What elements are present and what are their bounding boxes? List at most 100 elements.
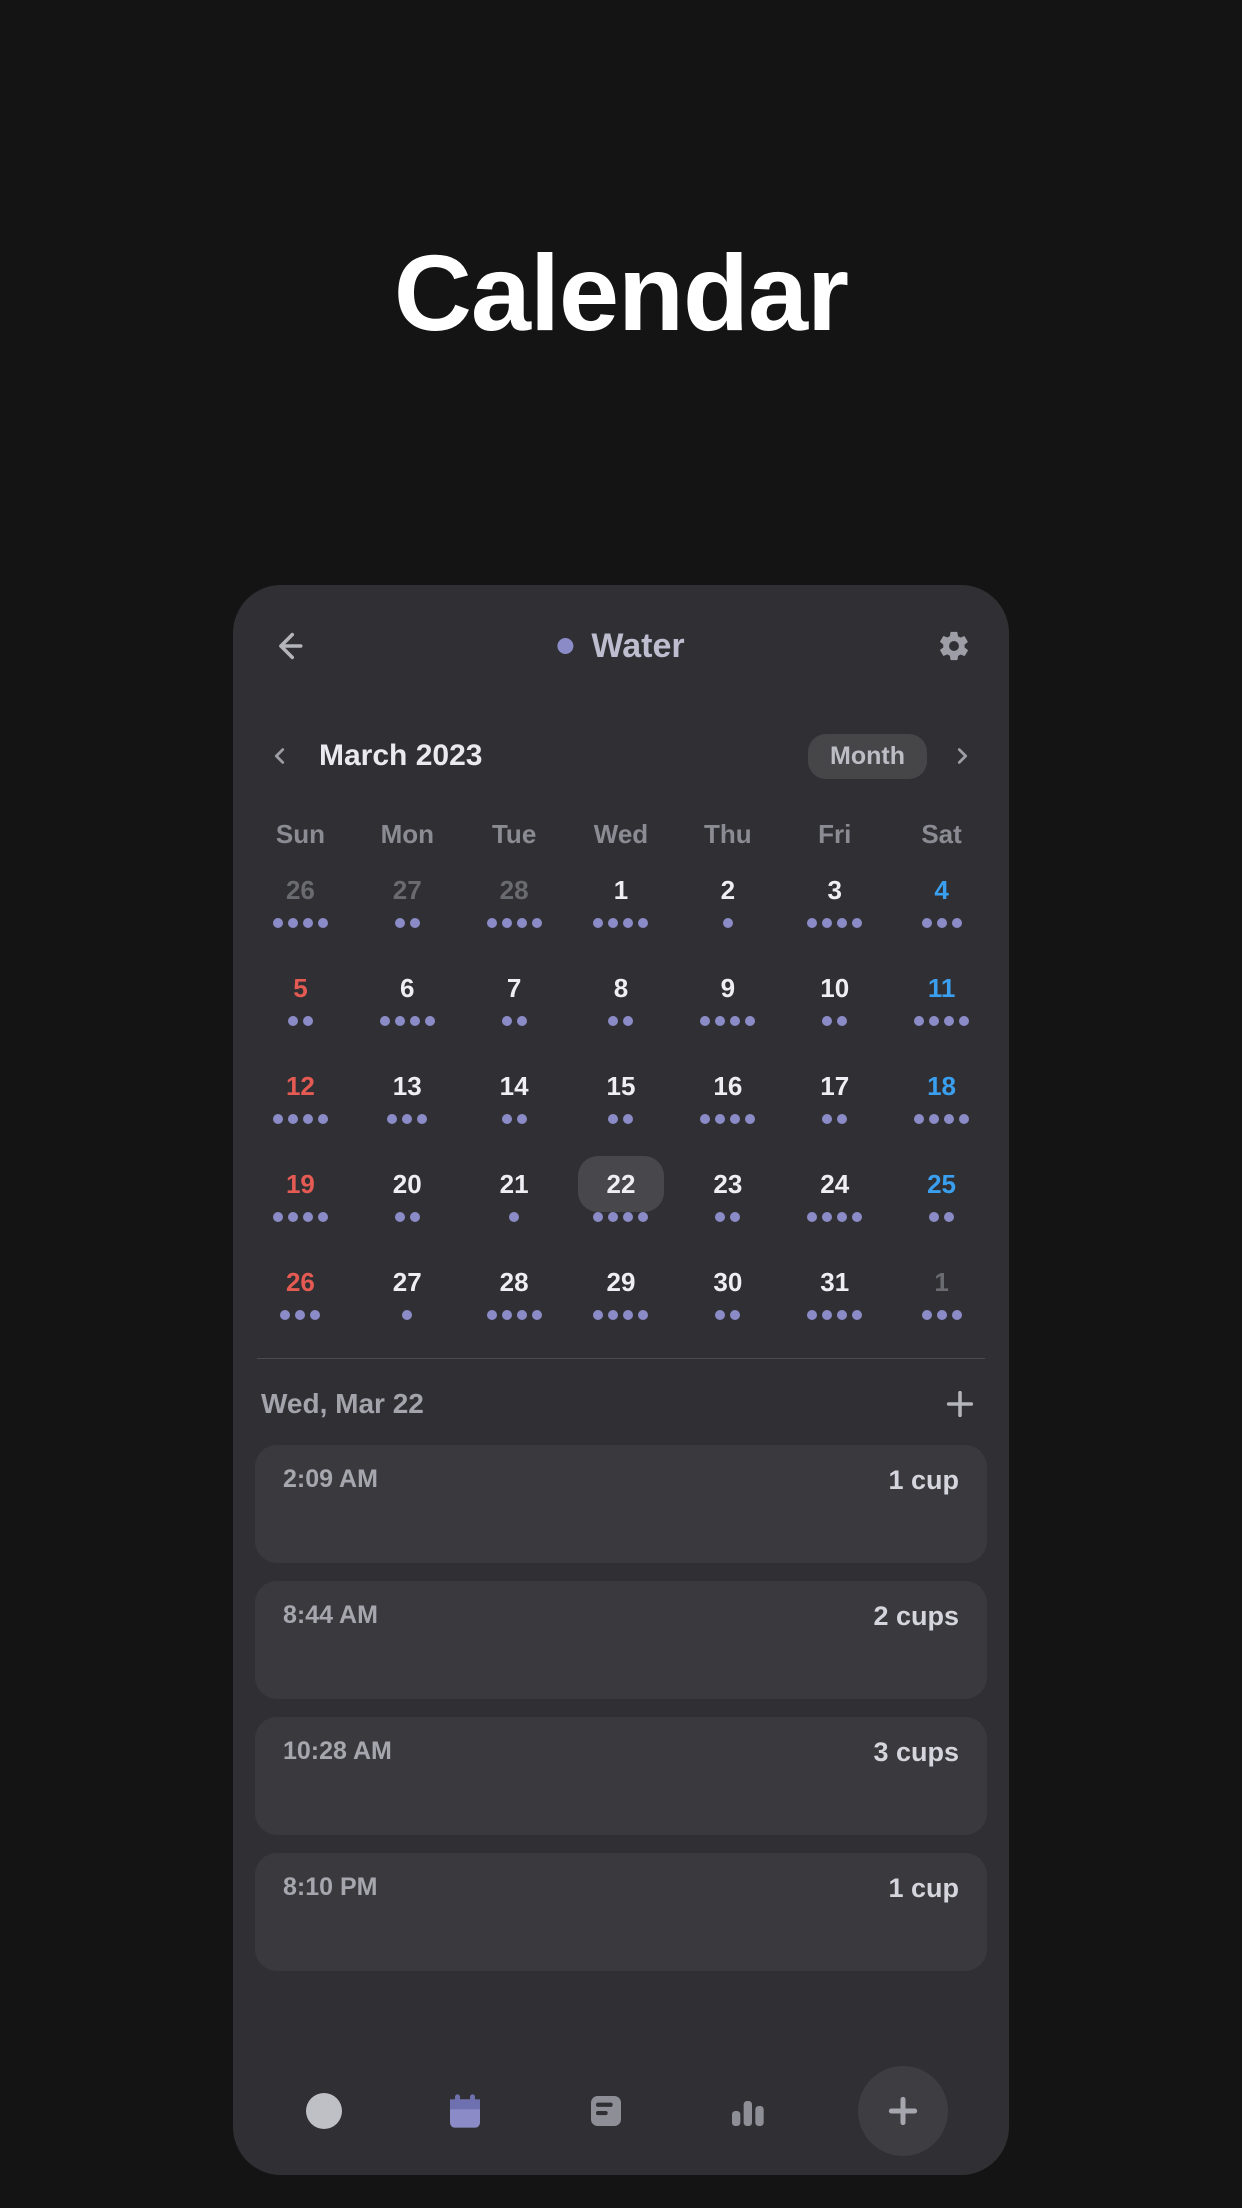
calendar-day[interactable]: 22 <box>568 1144 675 1242</box>
calendar-day[interactable]: 27 <box>354 1242 461 1340</box>
calendar-day[interactable]: 6 <box>354 948 461 1046</box>
calendar-day[interactable]: 11 <box>888 948 995 1046</box>
day-dots <box>509 1212 519 1222</box>
calendar-day[interactable]: 31 <box>781 1242 888 1340</box>
view-mode-pill[interactable]: Month <box>808 734 927 779</box>
back-button[interactable] <box>267 625 309 667</box>
day-dots <box>273 1114 328 1124</box>
app-screen: Water March 2023 Month SunMonTueWedThuFr… <box>233 585 1009 2175</box>
entry-row[interactable]: 8:44 AM2 cups <box>255 1581 987 1699</box>
day-dots <box>280 1310 320 1320</box>
calendar-day[interactable]: 19 <box>247 1144 354 1242</box>
day-dots <box>502 1016 527 1026</box>
day-number: 6 <box>379 966 435 1010</box>
day-dots <box>914 1114 969 1124</box>
tab-add[interactable] <box>858 2066 948 2156</box>
tab-today[interactable] <box>294 2081 354 2141</box>
day-dots <box>402 1310 412 1320</box>
calendar-day[interactable]: 10 <box>781 948 888 1046</box>
tracker-color-dot <box>557 638 573 654</box>
entry-time: 10:28 AM <box>283 1737 392 1815</box>
calendar-day[interactable]: 25 <box>888 1144 995 1242</box>
next-month-button[interactable] <box>939 733 985 779</box>
day-dots <box>922 1310 962 1320</box>
calendar-day[interactable]: 9 <box>674 948 781 1046</box>
calendar-day[interactable]: 21 <box>461 1144 568 1242</box>
calendar-day[interactable]: 1 <box>888 1242 995 1340</box>
calendar-day[interactable]: 27 <box>354 850 461 948</box>
calendar-day[interactable]: 5 <box>247 948 354 1046</box>
day-number: 1 <box>593 868 649 912</box>
day-dots <box>700 1114 755 1124</box>
calendar-day[interactable]: 1 <box>568 850 675 948</box>
day-dots <box>380 1016 435 1026</box>
calendar-day[interactable]: 24 <box>781 1144 888 1242</box>
calendar-day[interactable]: 26 <box>247 850 354 948</box>
calendar-day[interactable]: 17 <box>781 1046 888 1144</box>
calendar-day[interactable]: 13 <box>354 1046 461 1144</box>
day-dots <box>273 918 328 928</box>
day-dots <box>502 1114 527 1124</box>
tab-calendar[interactable] <box>435 2081 495 2141</box>
calendar-day[interactable]: 28 <box>461 1242 568 1340</box>
day-dots <box>487 918 542 928</box>
calendar-day[interactable]: 2 <box>674 850 781 948</box>
month-label: March 2023 <box>319 739 482 773</box>
day-dots <box>593 918 648 928</box>
calendar-day[interactable]: 3 <box>781 850 888 948</box>
entry-row[interactable]: 2:09 AM1 cup <box>255 1445 987 1563</box>
calendar-day[interactable]: 29 <box>568 1242 675 1340</box>
calendar-day[interactable]: 23 <box>674 1144 781 1242</box>
weekday-label: Sat <box>888 819 995 850</box>
settings-button[interactable] <box>933 625 975 667</box>
entry-row[interactable]: 8:10 PM1 cup <box>255 1853 987 1971</box>
calendar-day[interactable]: 26 <box>247 1242 354 1340</box>
day-number: 27 <box>379 1260 435 1304</box>
entry-row[interactable]: 10:28 AM3 cups <box>255 1717 987 1835</box>
day-number: 19 <box>272 1162 328 1206</box>
day-dots <box>395 918 420 928</box>
calendar-day[interactable]: 18 <box>888 1046 995 1144</box>
day-dots <box>715 1310 740 1320</box>
calendar-day[interactable]: 14 <box>461 1046 568 1144</box>
day-number: 21 <box>486 1162 542 1206</box>
day-dots <box>807 1310 862 1320</box>
calendar-day[interactable]: 15 <box>568 1046 675 1144</box>
add-entry-button[interactable] <box>939 1383 981 1425</box>
calendar-day[interactable]: 28 <box>461 850 568 948</box>
header-bar: Water <box>233 619 1009 673</box>
calendar-day[interactable]: 7 <box>461 948 568 1046</box>
tab-stats[interactable] <box>717 2081 777 2141</box>
day-number: 1 <box>914 1260 970 1304</box>
day-number: 8 <box>593 966 649 1010</box>
day-number: 30 <box>700 1260 756 1304</box>
day-number: 18 <box>914 1064 970 1108</box>
entry-time: 8:44 AM <box>283 1601 378 1679</box>
day-number: 12 <box>272 1064 328 1108</box>
day-dots <box>929 1212 954 1222</box>
prev-month-button[interactable] <box>257 733 303 779</box>
tracker-title: Water <box>591 627 684 666</box>
weekday-label: Tue <box>461 819 568 850</box>
day-number: 11 <box>914 966 970 1010</box>
weekday-label: Mon <box>354 819 461 850</box>
day-dots <box>922 918 962 928</box>
entry-value: 1 cup <box>888 1465 959 1543</box>
day-number: 27 <box>379 868 435 912</box>
day-dots <box>487 1310 542 1320</box>
tab-bar <box>233 2047 1009 2175</box>
day-number: 25 <box>914 1162 970 1206</box>
tab-list[interactable] <box>576 2081 636 2141</box>
day-dots <box>395 1212 420 1222</box>
day-number: 13 <box>379 1064 435 1108</box>
calendar-day[interactable]: 12 <box>247 1046 354 1144</box>
day-dots <box>914 1016 969 1026</box>
day-number: 23 <box>700 1162 756 1206</box>
calendar-day[interactable]: 8 <box>568 948 675 1046</box>
calendar-day[interactable]: 4 <box>888 850 995 948</box>
calendar-day[interactable]: 30 <box>674 1242 781 1340</box>
day-number: 17 <box>807 1064 863 1108</box>
calendar-day[interactable]: 16 <box>674 1046 781 1144</box>
calendar-day[interactable]: 20 <box>354 1144 461 1242</box>
entries-list: 2:09 AM1 cup 8:44 AM2 cups 10:28 AM3 cups 8… <box>233 1445 1009 1971</box>
